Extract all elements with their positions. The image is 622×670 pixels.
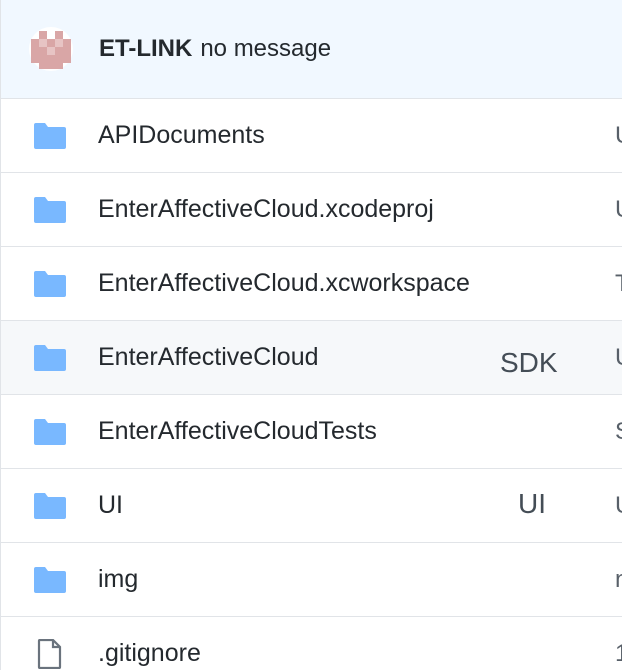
folder-icon: [33, 121, 67, 151]
file-name-link[interactable]: APIDocuments: [98, 121, 265, 150]
file-list: APIDocumentsUEnterAffectiveCloud.xcodepr…: [1, 99, 622, 670]
file-name-link[interactable]: EnterAffectiveCloud.xcworkspace: [98, 269, 470, 298]
commit-description[interactable]: UI: [518, 488, 546, 520]
file-icon: [33, 638, 67, 669]
file-row[interactable]: APIDocuments U: [1, 99, 622, 173]
file-row[interactable]: EnterAffectiveCloud SDK U: [1, 321, 622, 395]
folder-icon: [33, 491, 67, 521]
file-browser: ET-LINK no message APIDocumentsUEnterAff…: [0, 0, 622, 670]
truncated-column-text: U: [615, 492, 622, 520]
commit-author[interactable]: ET-LINK: [99, 35, 192, 63]
folder-icon: [33, 343, 67, 373]
file-row[interactable]: UI UI U: [1, 469, 622, 543]
folder-icon: [33, 565, 67, 595]
truncated-column-text: U: [615, 196, 622, 224]
file-name-link[interactable]: .gitignore: [98, 639, 201, 668]
file-row[interactable]: .gitignore 1: [1, 617, 622, 670]
folder-icon: [33, 195, 67, 225]
file-name-link[interactable]: UI: [98, 491, 123, 520]
folder-icon: [33, 269, 67, 299]
truncated-column-text: 1: [615, 640, 622, 668]
latest-commit-bar: ET-LINK no message: [1, 0, 622, 99]
folder-icon: [33, 417, 67, 447]
file-name-link[interactable]: EnterAffectiveCloud.xcodeproj: [98, 195, 434, 224]
file-name-link[interactable]: EnterAffectiveCloudTests: [98, 417, 377, 446]
commit-description[interactable]: SDK: [500, 347, 558, 379]
file-name-link[interactable]: EnterAffectiveCloud: [98, 343, 319, 372]
file-row[interactable]: img n: [1, 543, 622, 617]
file-row[interactable]: EnterAffectiveCloudTests S: [1, 395, 622, 469]
commit-message[interactable]: no message: [200, 35, 331, 63]
file-name-link[interactable]: img: [98, 565, 138, 594]
truncated-column-text: U: [615, 344, 622, 372]
truncated-column-text: S: [615, 418, 622, 446]
avatar[interactable]: [29, 27, 73, 71]
file-row[interactable]: EnterAffectiveCloud.xcodeproj U: [1, 173, 622, 247]
truncated-column-text: T: [615, 270, 622, 298]
truncated-column-text: n: [615, 566, 622, 594]
file-row[interactable]: EnterAffectiveCloud.xcworkspace T: [1, 247, 622, 321]
truncated-column-text: U: [615, 122, 622, 150]
